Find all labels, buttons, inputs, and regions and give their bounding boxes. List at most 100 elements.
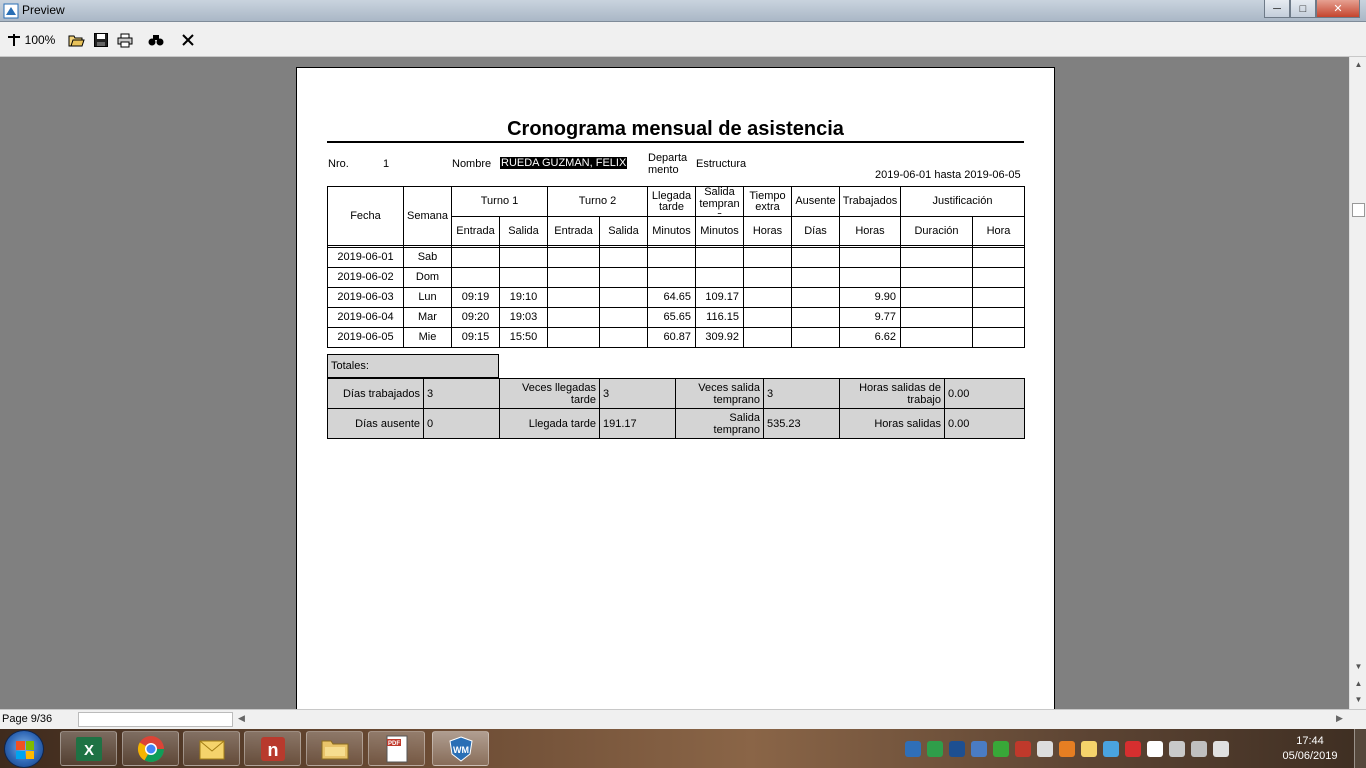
taskbar: X n PDF WM 17:44 05/06/2019	[0, 729, 1366, 768]
cell-salida-temprano: 109.17	[695, 287, 744, 308]
cell-t1-entrada: 09:19	[451, 287, 500, 308]
page-up-icon[interactable]: ▲	[1350, 676, 1366, 691]
start-button[interactable]	[4, 730, 44, 768]
scroll-down-arrow-icon[interactable]: ▼	[1350, 659, 1366, 674]
cell-t1-entrada	[451, 267, 500, 288]
show-desktop-button[interactable]	[1354, 729, 1366, 768]
file-explorer-icon	[321, 740, 348, 759]
title-divider	[327, 141, 1024, 143]
scroll-up-arrow-icon[interactable]: ▲	[1350, 57, 1366, 72]
cell-hora	[972, 247, 1025, 268]
header-tiempo-line2: extra	[755, 200, 780, 213]
taskbar-clock[interactable]: 17:44 05/06/2019	[1272, 734, 1348, 764]
taskbar-excel[interactable]: X	[60, 731, 117, 766]
tray-cloud-icon[interactable]	[1103, 741, 1119, 757]
horas-salidas-trabajo-label-1: Horas salidas de	[859, 381, 941, 394]
tray-check-icon[interactable]	[993, 741, 1009, 757]
scroll-left-arrow-icon[interactable]: ◀	[238, 713, 245, 724]
open-button[interactable]	[66, 30, 86, 50]
horas-salidas-trabajo-label-2: trabajo	[907, 393, 941, 406]
page-down-icon[interactable]: ▼	[1350, 692, 1366, 707]
tray-adobe-icon[interactable]	[1015, 741, 1031, 757]
cell-trabajados: 6.62	[839, 327, 901, 348]
taskbar-explorer[interactable]	[306, 731, 363, 766]
scroll-thumb[interactable]	[1352, 203, 1365, 217]
maximize-button[interactable]: □	[1290, 0, 1316, 18]
header-llegada-minutos: Minutos	[647, 216, 696, 246]
header-salida-line1: Salida	[704, 186, 735, 198]
zoom-icon	[7, 34, 20, 46]
window-title: Preview	[22, 3, 65, 17]
save-button[interactable]	[92, 30, 110, 50]
taskbar-pdf[interactable]: PDF	[368, 731, 425, 766]
tray-user-icon[interactable]	[1169, 741, 1185, 757]
table-row: 2019-06-01 Sab	[327, 247, 1025, 268]
tray-flag-icon[interactable]	[1037, 741, 1053, 757]
salida-temprano-label-1: Salida	[729, 411, 760, 424]
header-t2-salida: Salida	[599, 216, 648, 246]
cell-semana: Dom	[403, 267, 452, 288]
dias-trabajados-value: 3	[423, 378, 500, 409]
print-button[interactable]	[116, 30, 134, 50]
table-row: 2019-06-05 Mie 09:15 15:50 60.87 309.92 6.62	[327, 327, 1025, 348]
header-semana: Semana	[403, 186, 452, 246]
zoom-button[interactable]: 100%	[6, 30, 56, 50]
taskbar-chrome[interactable]	[122, 731, 179, 766]
svg-text:X: X	[83, 742, 93, 759]
cell-t2-entrada	[547, 267, 600, 288]
header-llegada-tarde: Llegada tarde	[647, 186, 696, 217]
tray-app-icon[interactable]	[905, 741, 921, 757]
header-justificacion: Justificación	[900, 186, 1025, 217]
cell-salida-temprano: 116.15	[695, 307, 744, 328]
preview-area[interactable]: Cronograma mensual de asistencia Nro. 1 …	[0, 57, 1349, 709]
tray-m-icon[interactable]	[949, 741, 965, 757]
header-tiempo-extra: Tiempo extra	[743, 186, 792, 217]
llegada-tarde-label: Llegada tarde	[499, 408, 600, 439]
maximize-icon: □	[1299, 2, 1307, 15]
taskbar-active-app[interactable]: WM	[432, 731, 489, 766]
veces-salida-value: 3	[763, 378, 840, 409]
tray-diamond-icon[interactable]	[1125, 741, 1141, 757]
veces-llegadas-label: Veces llegadas tarde	[499, 378, 600, 409]
cell-fecha: 2019-06-01	[327, 247, 404, 268]
zoom-label: 100%	[24, 33, 56, 47]
cell-trabajados	[839, 247, 901, 268]
tray-dropbox-icon[interactable]	[1147, 741, 1163, 757]
dias-ausente-value: 0	[423, 408, 500, 439]
clock-time: 17:44	[1296, 735, 1324, 747]
scroll-right-arrow-icon[interactable]: ▶	[1336, 713, 1343, 724]
find-button[interactable]	[147, 30, 165, 50]
tray-network-icon[interactable]	[971, 741, 987, 757]
cell-ausente	[791, 307, 840, 328]
close-preview-button[interactable]	[180, 30, 196, 50]
taskbar-outlook[interactable]	[183, 731, 240, 766]
veces-salida-label-2: temprano	[713, 393, 760, 406]
cell-duracion	[900, 327, 973, 348]
n-app-icon: n	[260, 736, 285, 761]
nro-value: 1	[383, 158, 390, 170]
close-window-button[interactable]: ✕	[1316, 0, 1360, 18]
minimize-button[interactable]: ─	[1264, 0, 1290, 18]
cell-semana: Sab	[403, 247, 452, 268]
salida-temprano-label-2: temprano	[713, 423, 760, 436]
departamento-value: Estructura	[696, 158, 747, 170]
header-salida-line2: tempran	[699, 197, 740, 210]
system-tray	[905, 741, 1229, 757]
tray-volume-icon[interactable]	[1213, 741, 1229, 757]
header-turno1: Turno 1	[451, 186, 548, 217]
pdf-icon: PDF	[386, 735, 407, 762]
header-fecha: Fecha	[327, 186, 404, 246]
cell-ausente	[791, 267, 840, 288]
vertical-scrollbar[interactable]: ▲ ▼ ▲ ▼	[1349, 57, 1366, 709]
tray-security-icon[interactable]	[927, 741, 943, 757]
tray-display-icon[interactable]	[1191, 741, 1207, 757]
dias-trabajados-label: Días trabajados	[327, 378, 424, 409]
header-duracion: Duración	[900, 216, 973, 246]
tray-mail-icon[interactable]	[1081, 741, 1097, 757]
cell-ausente	[791, 247, 840, 268]
table-row: 2019-06-02 Dom	[327, 267, 1025, 288]
save-icon	[94, 33, 108, 47]
taskbar-n-app[interactable]: n	[244, 731, 301, 766]
tray-speaker-icon[interactable]	[1059, 741, 1075, 757]
salida-temprano-label: Salida temprano	[675, 408, 764, 439]
